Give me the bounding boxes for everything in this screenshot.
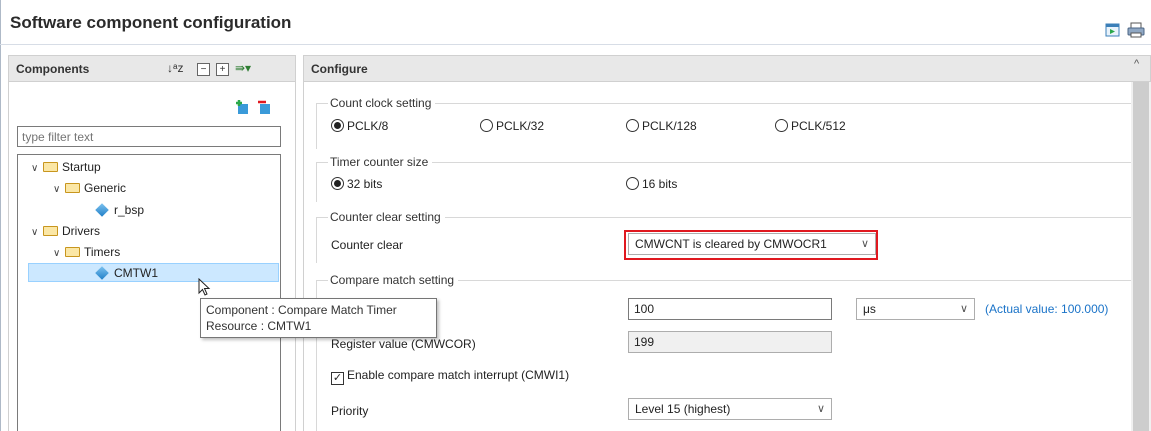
chevron-down-icon[interactable]: ∨ xyxy=(53,181,65,199)
folder-open-icon xyxy=(43,162,58,172)
components-header: Components ↓ᵃz − + ⇛▾ xyxy=(8,55,296,82)
components-title: Components xyxy=(16,62,90,76)
register-value-label: Register value (CMWCOR) xyxy=(331,337,476,351)
radio-selected-icon[interactable] xyxy=(331,177,344,190)
print-icon[interactable] xyxy=(1127,22,1145,41)
chevron-down-icon[interactable]: ∨ xyxy=(31,224,43,242)
tree-item-r-bsp[interactable]: r_bsp xyxy=(95,201,144,219)
remove-component-icon[interactable] xyxy=(257,99,273,118)
sort-az-icon[interactable]: ↓ᵃz xyxy=(167,61,183,75)
tree-item-timers[interactable]: ∨ Timers xyxy=(53,243,120,261)
radio-unselected-icon[interactable] xyxy=(626,177,639,190)
folder-open-icon xyxy=(43,226,58,236)
filter-input[interactable] xyxy=(17,126,281,147)
expand-all-icon[interactable]: + xyxy=(216,63,229,76)
register-value-field: 199 xyxy=(628,331,832,353)
unit-select[interactable]: μs ∨ xyxy=(856,298,975,320)
chevron-down-icon[interactable]: ∨ xyxy=(31,160,43,178)
radio-pclk8[interactable]: PCLK/8 xyxy=(331,119,388,133)
interrupt-checkbox[interactable]: ✓ Enable compare match interrupt (CMWI1) xyxy=(331,368,569,385)
component-tooltip: Component : Compare Match Timer Resource… xyxy=(200,298,437,338)
generate-code-icon[interactable] xyxy=(1105,22,1121,41)
mouse-cursor-icon xyxy=(198,277,212,301)
radio-32bits[interactable]: 32 bits xyxy=(331,177,382,191)
counter-clear-label: Counter clear xyxy=(331,238,404,252)
tooltip-line-2: Resource : CMTW1 xyxy=(206,319,312,333)
chevron-down-icon: ∨ xyxy=(816,403,825,415)
compare-match-label: Compare match setting xyxy=(328,273,459,287)
page-title: Software component configuration xyxy=(10,13,292,32)
radio-pclk32[interactable]: PCLK/32 xyxy=(480,119,544,133)
chevron-down-icon[interactable]: ∨ xyxy=(53,245,65,263)
component-icon xyxy=(95,203,109,217)
collapse-all-icon[interactable]: − xyxy=(197,63,210,76)
add-component-icon[interactable] xyxy=(235,99,251,118)
folder-open-icon xyxy=(65,247,80,257)
radio-unselected-icon[interactable] xyxy=(626,119,639,132)
count-clock-label: Count clock setting xyxy=(328,96,436,110)
component-icon xyxy=(95,266,109,280)
header-divider xyxy=(0,44,1151,45)
checkmark-icon[interactable]: ✓ xyxy=(331,372,344,385)
interval-input[interactable]: 100 xyxy=(628,298,832,320)
view-menu-icon[interactable]: ⇛▾ xyxy=(235,61,251,75)
radio-unselected-icon[interactable] xyxy=(775,119,788,132)
tree-item-startup[interactable]: ∨ Startup xyxy=(31,158,101,176)
counter-size-group xyxy=(316,162,1131,202)
counter-clear-group-label: Counter clear setting xyxy=(328,210,445,224)
priority-label: Priority xyxy=(331,404,369,418)
tree-item-generic[interactable]: ∨ Generic xyxy=(53,179,126,197)
configure-title: Configure xyxy=(311,62,368,76)
radio-unselected-icon[interactable] xyxy=(480,119,493,132)
tree-item-cmtw1[interactable]: CMTW1 xyxy=(95,264,158,282)
highlight-box xyxy=(624,230,878,260)
actual-value: (Actual value: 100.000) xyxy=(985,302,1109,316)
scroll-up-icon[interactable]: ^ xyxy=(1134,58,1139,70)
priority-select[interactable]: Level 15 (highest) ∨ xyxy=(628,398,832,420)
radio-pclk512[interactable]: PCLK/512 xyxy=(775,119,846,133)
folder-open-icon xyxy=(65,183,80,193)
count-clock-group xyxy=(316,103,1131,149)
configure-header: Configure xyxy=(303,55,1151,82)
scrollbar-thumb[interactable] xyxy=(1133,82,1149,431)
tooltip-line-1: Component : Compare Match Timer xyxy=(206,303,397,317)
radio-pclk128[interactable]: PCLK/128 xyxy=(626,119,697,133)
counter-size-label: Timer counter size xyxy=(328,155,433,169)
chevron-down-icon: ∨ xyxy=(959,303,968,315)
radio-16bits[interactable]: 16 bits xyxy=(626,177,677,191)
radio-selected-icon[interactable] xyxy=(331,119,344,132)
tree-item-drivers[interactable]: ∨ Drivers xyxy=(31,222,100,240)
